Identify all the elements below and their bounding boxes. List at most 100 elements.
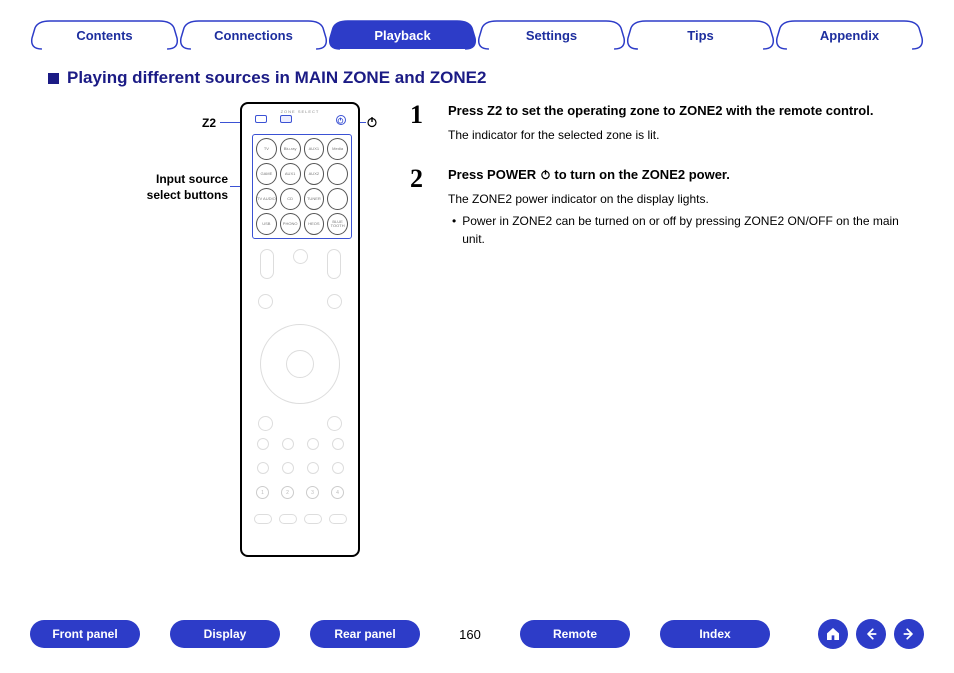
smart-select-4: 4 [331, 486, 344, 499]
tab-label: Connections [214, 28, 293, 43]
remote-diagram: Z2 Input source select buttons ZONE SELE… [50, 102, 370, 562]
tab-label: Settings [526, 28, 577, 43]
remote-button [332, 438, 344, 450]
remote-rockers [250, 249, 350, 279]
src-btn: AUX1 [304, 138, 325, 160]
tab-label: Playback [374, 28, 430, 43]
src-btn: PHONO [280, 213, 301, 235]
src-btn: TV [256, 138, 277, 160]
step-number: 1 [410, 102, 430, 144]
src-btn: Blu-ray [280, 138, 301, 160]
remote-z2-button [280, 115, 292, 123]
remote-button [258, 294, 273, 309]
src-btn: TUNER [304, 188, 325, 210]
home-button[interactable] [818, 619, 848, 649]
home-icon [825, 626, 841, 642]
tab-contents[interactable]: Contents [30, 20, 179, 50]
smart-select-3: 3 [306, 486, 319, 499]
src-btn [327, 163, 348, 185]
sound-mode-button [254, 514, 272, 524]
power-icon [366, 116, 378, 128]
section-heading: Playing different sources in MAIN ZONE a… [48, 68, 924, 88]
arrow-left-icon [864, 627, 878, 641]
src-btn: GAME [256, 163, 277, 185]
arrow-right-icon [902, 627, 916, 641]
smart-select-2: 2 [281, 486, 294, 499]
remote-top-row [242, 115, 358, 125]
smart-select-1: 1 [256, 486, 269, 499]
index-button[interactable]: Index [660, 620, 770, 648]
channel-rocker [260, 249, 274, 279]
remote-button [307, 462, 319, 474]
callout-power [366, 116, 378, 133]
mute-button [293, 249, 308, 264]
tab-connections[interactable]: Connections [179, 20, 328, 50]
power-icon [540, 169, 551, 180]
remote-button [258, 416, 273, 431]
step-title: Press Z2 to set the operating zone to ZO… [448, 102, 914, 120]
tab-appendix[interactable]: Appendix [775, 20, 924, 50]
src-btn: Media [327, 138, 348, 160]
step-text: The indicator for the selected zone is l… [448, 126, 914, 144]
remote-button [257, 462, 269, 474]
step-text: The ZONE2 power indicator on the display… [448, 190, 914, 208]
remote-button [332, 462, 344, 474]
nav-icons [818, 619, 924, 649]
bottom-bar: Front panel Display Rear panel 160 Remot… [30, 619, 924, 649]
next-button[interactable] [894, 619, 924, 649]
remote-power-button [336, 115, 346, 125]
remote-button [327, 416, 342, 431]
remote-row [250, 438, 350, 450]
remote-row [250, 416, 350, 431]
remote-button-link[interactable]: Remote [520, 620, 630, 648]
smart-select-row: 1 2 3 4 [250, 486, 350, 499]
remote-button [282, 438, 294, 450]
step-bullet: Power in ZONE2 can be turned on or off b… [448, 212, 914, 248]
tab-tips[interactable]: Tips [626, 20, 775, 50]
src-btn: TV AUDIO [256, 188, 277, 210]
remote-button [327, 294, 342, 309]
remote-illustration: ZONE SELECT TV Blu-ray AUX1 [240, 102, 360, 557]
tab-settings[interactable]: Settings [477, 20, 626, 50]
volume-rocker [327, 249, 341, 279]
power-icon [337, 117, 344, 124]
section-heading-text: Playing different sources in MAIN ZONE a… [67, 68, 486, 88]
src-btn [327, 188, 348, 210]
tab-label: Contents [76, 28, 132, 43]
display-button[interactable]: Display [170, 620, 280, 648]
step-title: Press POWER to turn on the ZONE2 power. [448, 166, 914, 184]
callout-z2: Z2 [170, 116, 216, 132]
remote-button [307, 438, 319, 450]
tab-playback[interactable]: Playback [328, 20, 477, 50]
sound-mode-button [279, 514, 297, 524]
prev-button[interactable] [856, 619, 886, 649]
step-number: 2 [410, 166, 430, 248]
remote-dpad [260, 324, 340, 404]
remote-button [282, 462, 294, 474]
src-btn: HEOS [304, 213, 325, 235]
top-tabs: Contents Connections Playback Settings T… [30, 20, 924, 50]
front-panel-button[interactable]: Front panel [30, 620, 140, 648]
tab-label: Appendix [820, 28, 879, 43]
remote-side-row [250, 294, 350, 309]
src-btn: AUX2 [304, 163, 325, 185]
src-btn: CD [280, 188, 301, 210]
remote-row [250, 462, 350, 474]
instructions: 1 Press Z2 to set the operating zone to … [410, 102, 924, 562]
src-btn: USB [256, 213, 277, 235]
square-bullet-icon [48, 73, 59, 84]
src-btn: AUX1 [280, 163, 301, 185]
sound-mode-row [250, 514, 350, 524]
step-1: 1 Press Z2 to set the operating zone to … [410, 102, 914, 144]
sound-mode-button [329, 514, 347, 524]
remote-button [257, 438, 269, 450]
step-2: 2 Press POWER to turn on the ZONE2 power… [410, 166, 914, 248]
zone-select-label: ZONE SELECT [242, 109, 358, 114]
input-source-buttons: TV Blu-ray AUX1 Media GAME AUX1 AUX2 TV … [252, 134, 352, 239]
src-btn: BLUE TOOTH [327, 213, 348, 235]
tab-label: Tips [687, 28, 714, 43]
remote-main-button [255, 115, 267, 123]
sound-mode-button [304, 514, 322, 524]
page-number: 160 [450, 627, 490, 642]
rear-panel-button[interactable]: Rear panel [310, 620, 420, 648]
